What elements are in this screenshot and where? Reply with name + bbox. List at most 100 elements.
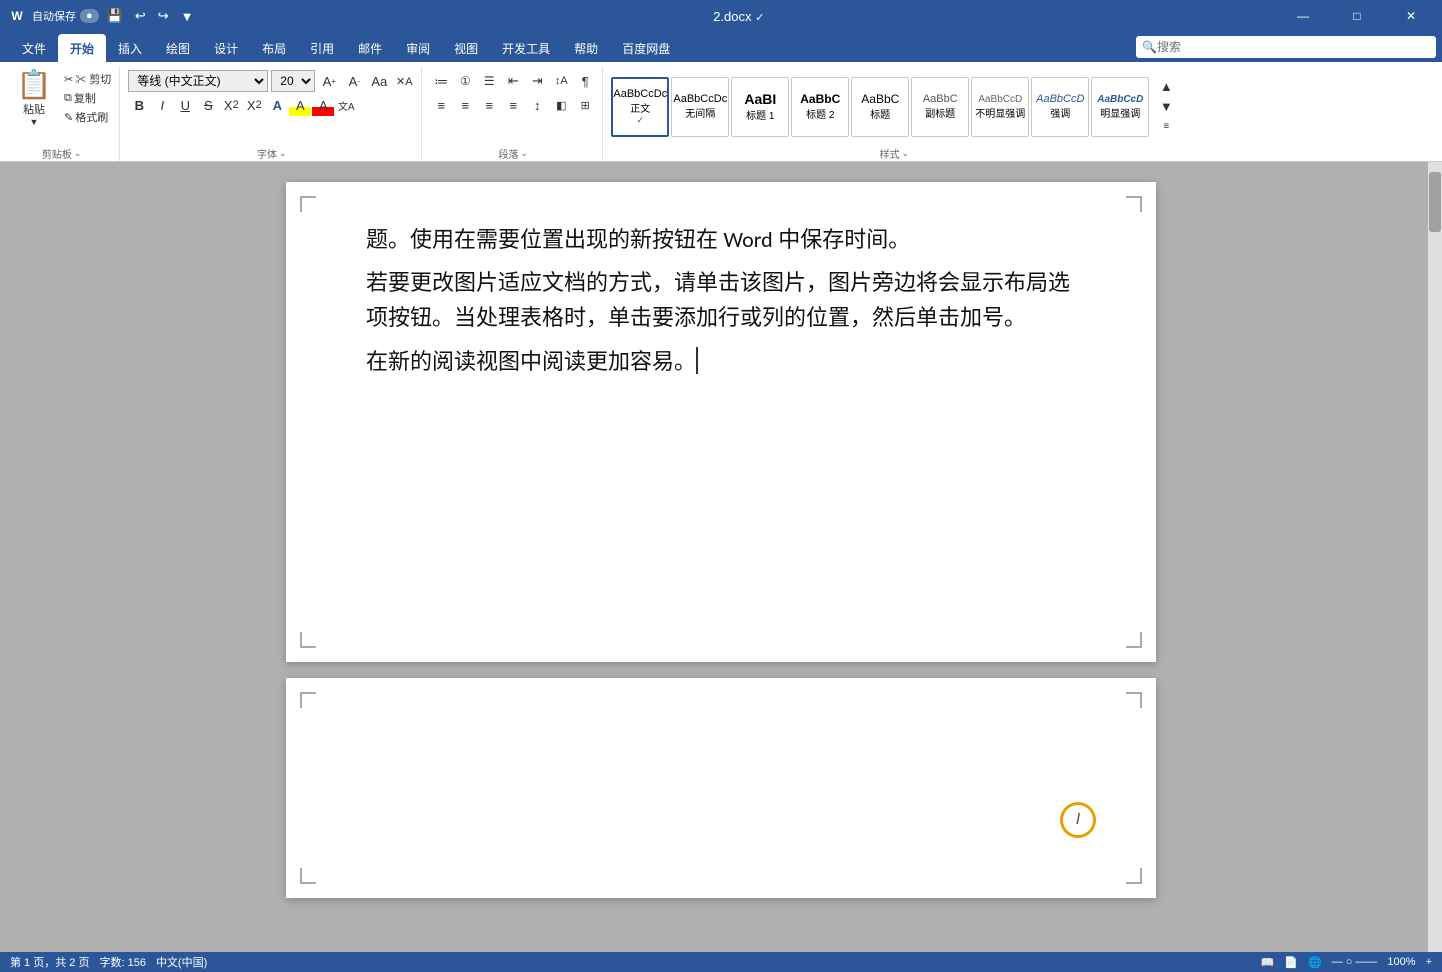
tab-insert[interactable]: 插入	[106, 34, 154, 62]
tab-baidu[interactable]: 百度网盘	[610, 34, 682, 62]
format-painter-button[interactable]: ✎ 格式刷	[62, 108, 113, 126]
style-heading1[interactable]: AaBI 标题 1	[731, 77, 789, 137]
bullets-button[interactable]: ≔	[430, 70, 452, 92]
document-area[interactable]: 题。使用在需要位置出现的新按钮在 Word 中保存时间。 若要更改图片适应文档的…	[0, 162, 1442, 952]
tab-references[interactable]: 引用	[298, 34, 346, 62]
numbering-button[interactable]: ①	[454, 70, 476, 92]
search-input[interactable]	[1157, 40, 1430, 54]
sort-button[interactable]: ↕A	[550, 70, 572, 92]
scrollbar-track[interactable]	[1428, 162, 1442, 952]
zoom-plus-button[interactable]: +	[1426, 956, 1432, 968]
font-expand-icon[interactable]: ⌄	[279, 148, 287, 159]
save-button[interactable]: 💾	[103, 6, 127, 26]
text-effect-button[interactable]: A	[266, 94, 288, 116]
align-left-button[interactable]: ≡	[430, 94, 452, 116]
cut-button[interactable]: ✂ ✂ 剪切	[62, 70, 113, 88]
word-count: 字数: 156	[99, 954, 145, 970]
multilevel-list-button[interactable]: ☰	[478, 70, 500, 92]
underline-button[interactable]: U	[174, 94, 196, 116]
styles-scroll-down[interactable]: ▼	[1155, 98, 1177, 116]
undo-button[interactable]: ↩	[131, 6, 150, 26]
page-info: 第 1 页，共 2 页	[10, 954, 89, 970]
font-decrease-button[interactable]: A-	[343, 70, 365, 92]
tab-file[interactable]: 文件	[10, 34, 58, 62]
paste-dropdown[interactable]: ▼	[30, 117, 39, 127]
change-case-button[interactable]: Aa	[368, 70, 390, 92]
tab-developer[interactable]: 开发工具	[490, 34, 562, 62]
subscript-button[interactable]: X2	[220, 94, 242, 116]
superscript-button[interactable]: X2	[243, 94, 265, 116]
line-spacing-button[interactable]: ↕	[526, 94, 548, 116]
view-web-button[interactable]: 🌐	[1308, 956, 1322, 969]
font-size-select[interactable]: 20	[271, 70, 315, 92]
bold-button[interactable]: B	[128, 94, 150, 116]
tab-layout[interactable]: 布局	[250, 34, 298, 62]
strikethrough-button[interactable]: S	[197, 94, 219, 116]
view-read-button[interactable]: 📖	[1261, 956, 1275, 969]
tab-help[interactable]: 帮助	[562, 34, 610, 62]
styles-scroll-up[interactable]: ▲	[1155, 78, 1177, 96]
style-intense-emphasis[interactable]: AaBbCcD 明显强调	[1091, 77, 1149, 137]
style-normal[interactable]: AaBbCcDc 正文 ✓	[611, 77, 669, 137]
minimize-button[interactable]: —	[1280, 0, 1326, 32]
italic-button[interactable]: I	[151, 94, 173, 116]
page-1[interactable]: 题。使用在需要位置出现的新按钮在 Word 中保存时间。 若要更改图片适应文档的…	[286, 182, 1156, 662]
justify-button[interactable]: ≡	[502, 94, 524, 116]
shading-button[interactable]: ◧	[550, 94, 572, 116]
font-color-button[interactable]: A	[312, 94, 334, 116]
clear-format-button[interactable]: ✕A	[393, 70, 415, 92]
tab-review[interactable]: 审阅	[394, 34, 442, 62]
paste-button[interactable]: 📋 粘贴 ▼	[10, 68, 58, 126]
customize-button[interactable]: ▼	[177, 7, 198, 26]
style-subtle-emphasis[interactable]: AaBbCcD 不明显强调	[971, 77, 1029, 137]
tab-view[interactable]: 视图	[442, 34, 490, 62]
styles-expand-icon[interactable]: ⌄	[902, 148, 910, 159]
redo-button[interactable]: ↪	[154, 6, 173, 26]
titlebar-right: — □ ✕	[1280, 0, 1434, 32]
paste-label: 粘贴	[23, 101, 45, 117]
tab-mailings[interactable]: 邮件	[346, 34, 394, 62]
cut-icon: ✂	[64, 73, 73, 86]
highlight-color-button[interactable]: A	[289, 94, 311, 116]
styles-expand[interactable]: ≡	[1155, 118, 1177, 136]
checkmark-icon: ✓	[637, 115, 645, 126]
tab-home[interactable]: 开始	[58, 34, 106, 62]
font-name-select[interactable]: 等线 (中文正文)	[128, 70, 268, 92]
page-2[interactable]: I	[286, 678, 1156, 898]
zoom-slider[interactable]: — ○ ——	[1332, 956, 1378, 968]
decrease-indent-button[interactable]: ⇤	[502, 70, 524, 92]
close-button[interactable]: ✕	[1388, 0, 1434, 32]
paragraph-expand-icon[interactable]: ⌄	[521, 148, 529, 159]
increase-indent-button[interactable]: ⇥	[526, 70, 548, 92]
scrollbar-thumb[interactable]	[1429, 172, 1441, 232]
tab-draw[interactable]: 绘图	[154, 34, 202, 62]
autosave-toggle[interactable]: ●	[80, 9, 99, 23]
cursor-indicator: I	[1060, 802, 1096, 838]
titlebar-center: 2.docx ✓	[198, 9, 1280, 24]
clipboard-expand-icon[interactable]: ⌄	[74, 148, 82, 159]
view-print-button[interactable]: 📄	[1284, 956, 1298, 969]
align-center-button[interactable]: ≡	[454, 94, 476, 116]
font-increase-button[interactable]: A+	[318, 70, 340, 92]
styles-scroll-buttons: ▲ ▼ ≡	[1155, 78, 1177, 136]
align-right-button[interactable]: ≡	[478, 94, 500, 116]
paragraph-2[interactable]: 若要更改图片适应文档的方式，请单击该图片，图片旁边将会显示布局选项按钮。当处理表…	[366, 265, 1076, 335]
tab-design[interactable]: 设计	[202, 34, 250, 62]
paste-icon: 📋	[17, 68, 52, 101]
style-no-spacing[interactable]: AaBbCcDc 无间隔	[671, 77, 729, 137]
maximize-button[interactable]: □	[1334, 0, 1380, 32]
borders-button[interactable]: ⊞	[574, 94, 596, 116]
page-1-content[interactable]: 题。使用在需要位置出现的新按钮在 Word 中保存时间。 若要更改图片适应文档的…	[366, 222, 1076, 379]
paragraph-1[interactable]: 题。使用在需要位置出现的新按钮在 Word 中保存时间。	[366, 222, 1076, 257]
status-bar: 第 1 页，共 2 页 字数: 156 中文(中国) 📖 📄 🌐 — ○ —— …	[0, 952, 1442, 972]
style-subtitle[interactable]: AaBbC 副标题	[911, 77, 969, 137]
show-marks-button[interactable]: ¶	[574, 70, 596, 92]
style-title[interactable]: AaBbC 标题	[851, 77, 909, 137]
style-emphasis[interactable]: AaBbCcD 强调	[1031, 77, 1089, 137]
copy-button[interactable]: ⧉ 复制	[62, 89, 113, 107]
style-heading2[interactable]: AaBbC 标题 2	[791, 77, 849, 137]
phonetic-button[interactable]: 文A	[335, 94, 357, 116]
paragraph-label: 段落 ⌄	[430, 145, 596, 161]
paragraph-3[interactable]: 在新的阅读视图中阅读更加容易。	[366, 344, 1076, 379]
font-label: 字体 ⌄	[128, 145, 415, 161]
